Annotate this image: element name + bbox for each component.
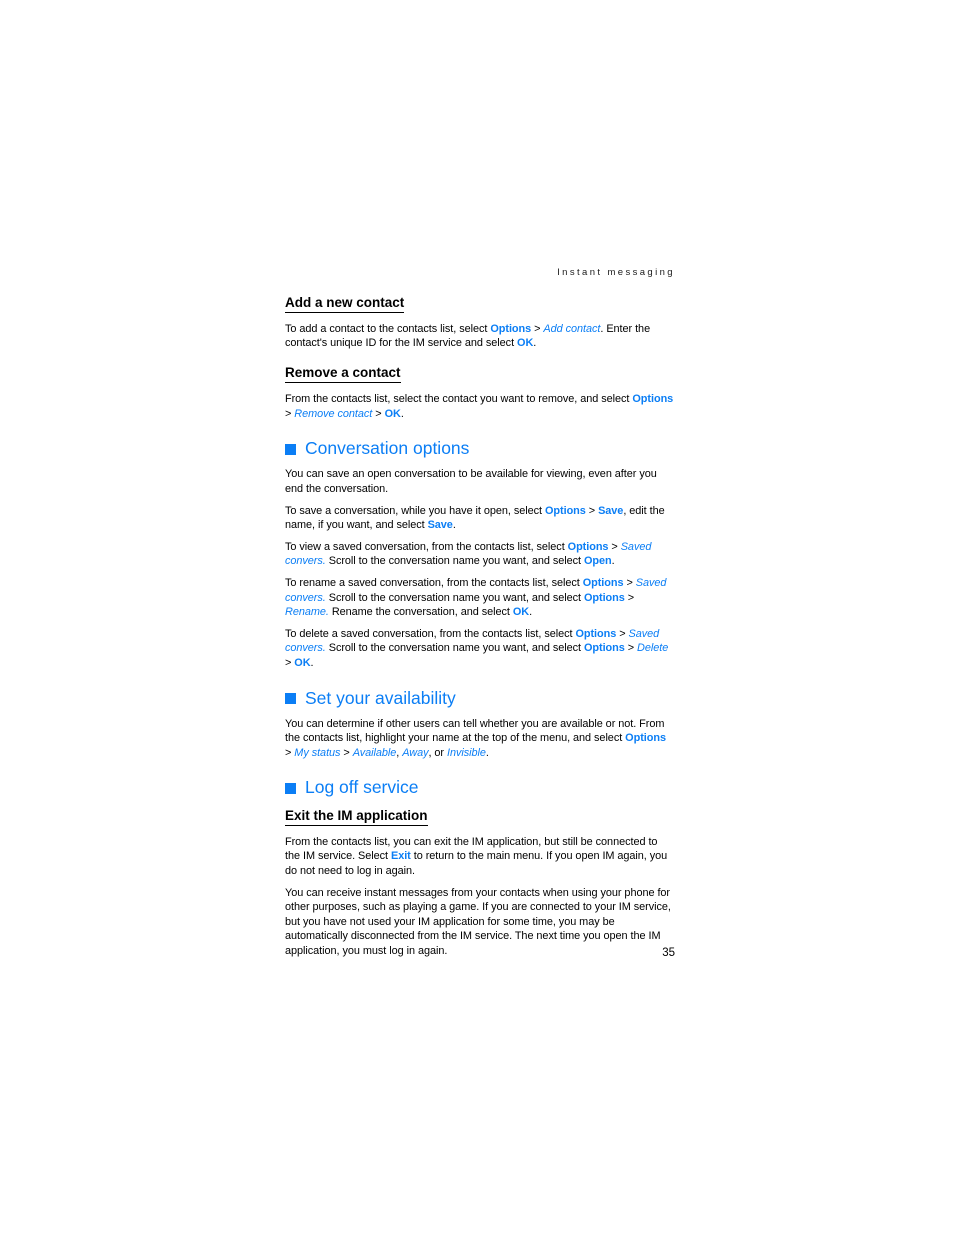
run-ok: OK [517, 337, 534, 350]
run-options: Options [583, 591, 625, 604]
run: To view a saved conversation, from the c… [285, 540, 568, 553]
run-options: Options [625, 732, 666, 745]
run-away: Away [402, 746, 429, 759]
run-ok: OK [384, 407, 401, 420]
paragraph: To save a conversation, while you have i… [285, 504, 675, 533]
run-separator: > [608, 540, 621, 553]
paragraph: From the contacts list, you can exit the… [285, 835, 675, 879]
run: . [529, 606, 533, 619]
run: Scroll to the conversation name you want… [325, 642, 584, 655]
run-ok: OK [512, 606, 530, 619]
run-separator: > [372, 407, 385, 420]
page-content: Instant messaging Add a new contact To a… [285, 268, 675, 958]
run-rename: Rename. [285, 606, 329, 619]
run-options: Options [632, 393, 674, 406]
run-separator: > [531, 322, 544, 335]
run: . [310, 656, 314, 669]
section-heading-conversation-options: Conversation options [285, 438, 675, 458]
paragraph: To add a contact to the contacts list, s… [285, 322, 675, 351]
blue-square-bullet-icon [285, 693, 296, 705]
run-options: Options [582, 576, 624, 589]
section-heading-log-off-service: Log off service [285, 777, 675, 797]
run-delete: Delete [637, 642, 669, 655]
paragraph: To delete a saved conversation, from the… [285, 627, 675, 671]
run-add-contact: Add contact [543, 322, 601, 335]
run: . [533, 337, 537, 350]
run: To delete a saved conversation, from the… [285, 627, 576, 640]
run-options: Options [567, 540, 609, 553]
run-options: Options [575, 627, 617, 640]
run-open: Open [583, 555, 612, 568]
run-options: Options [545, 504, 586, 517]
run: Scroll to the conversation name you want… [325, 555, 584, 568]
run: Scroll to the conversation name you want… [325, 591, 584, 604]
run-separator: > [624, 591, 635, 604]
run-my-status: My status [294, 746, 341, 759]
section-heading-set-your-availability: Set your availability [285, 688, 675, 708]
run-separator: > [616, 627, 629, 640]
paragraph: You can save an open conversation to be … [285, 467, 675, 496]
blue-square-bullet-icon [285, 443, 296, 455]
run: To save a conversation, while you have i… [285, 504, 545, 517]
run-invisible: Invisible [446, 746, 486, 759]
run: You can save an open conversation to be … [285, 468, 657, 495]
run-separator: > [285, 746, 295, 759]
subheading: Exit the IM application [285, 808, 428, 826]
run-exit: Exit [390, 850, 411, 863]
run-separator: > [585, 504, 599, 517]
run: Rename the conversation, and select [328, 606, 513, 619]
run-ok: OK [294, 656, 311, 669]
paragraph: From the contacts list, select the conta… [285, 392, 675, 421]
run-separator: > [340, 746, 353, 759]
subheading: Remove a contact [285, 365, 401, 384]
run-separator: > [624, 642, 638, 655]
blue-square-bullet-icon [285, 782, 296, 794]
section-heading-label: Conversation options [305, 438, 470, 459]
run: You can determine if other users can tel… [285, 717, 665, 745]
subsection-exit-the-im-application: Exit the IM application [285, 807, 675, 826]
paragraph: You can determine if other users can tel… [285, 717, 675, 761]
section-heading-label: Log off service [305, 777, 419, 798]
run: To add a contact to the contacts list, s… [285, 322, 491, 335]
run-separator: > [285, 656, 295, 669]
run: , or [428, 746, 447, 759]
run-separator: > [285, 407, 295, 420]
run-remove-contact: Remove contact [294, 407, 373, 420]
run-save: Save [598, 504, 624, 517]
run: . [400, 407, 404, 420]
paragraph: To rename a saved conversation, from the… [285, 576, 675, 620]
paragraph: To view a saved conversation, from the c… [285, 540, 675, 569]
subheading: Add a new contact [285, 295, 405, 313]
run-separator: > [623, 576, 636, 589]
page-number: 35 [662, 947, 675, 959]
run-save: Save [427, 519, 453, 532]
run-options: Options [490, 322, 532, 335]
run: From the contacts list, select the conta… [285, 393, 633, 406]
subsection-remove-a-contact: Remove a contact [285, 364, 675, 384]
running-head: Instant messaging [557, 267, 675, 278]
subsection-add-a-new-contact: Add a new contact [285, 294, 675, 313]
run-options: Options [583, 642, 625, 655]
run: . [485, 746, 489, 759]
run: . [452, 519, 456, 532]
run: To rename a saved conversation, from the… [285, 576, 583, 589]
run: . [611, 555, 615, 568]
run-available: Available [352, 746, 397, 759]
section-heading-label: Set your availability [305, 687, 456, 708]
